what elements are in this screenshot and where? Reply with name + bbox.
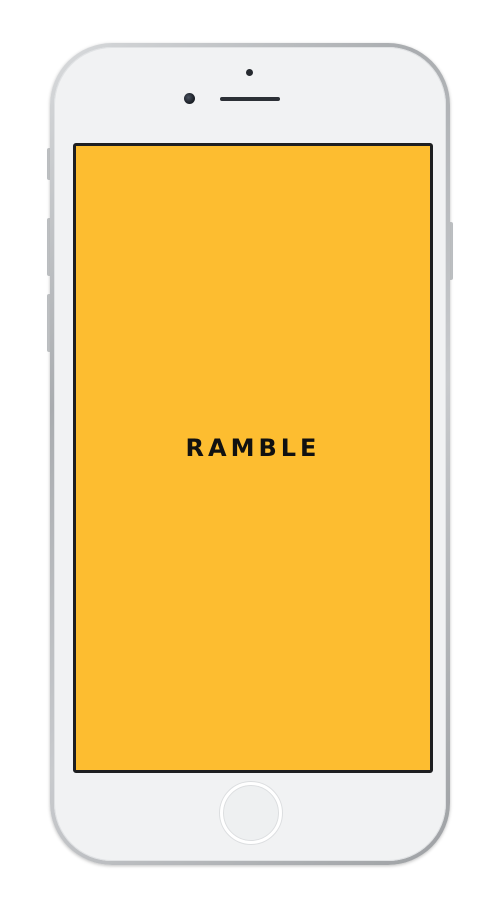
splash-screen: RAMBLE bbox=[73, 143, 433, 773]
phone-body: RAMBLE bbox=[50, 43, 450, 865]
front-camera-icon bbox=[184, 93, 195, 104]
app-title: RAMBLE bbox=[185, 434, 321, 462]
device-mockup: RAMBLE bbox=[0, 0, 500, 908]
phone-face: RAMBLE bbox=[54, 47, 446, 861]
earpiece-speaker-icon bbox=[220, 97, 280, 101]
proximity-sensor-icon bbox=[246, 69, 253, 76]
home-button-icon[interactable] bbox=[220, 782, 282, 844]
